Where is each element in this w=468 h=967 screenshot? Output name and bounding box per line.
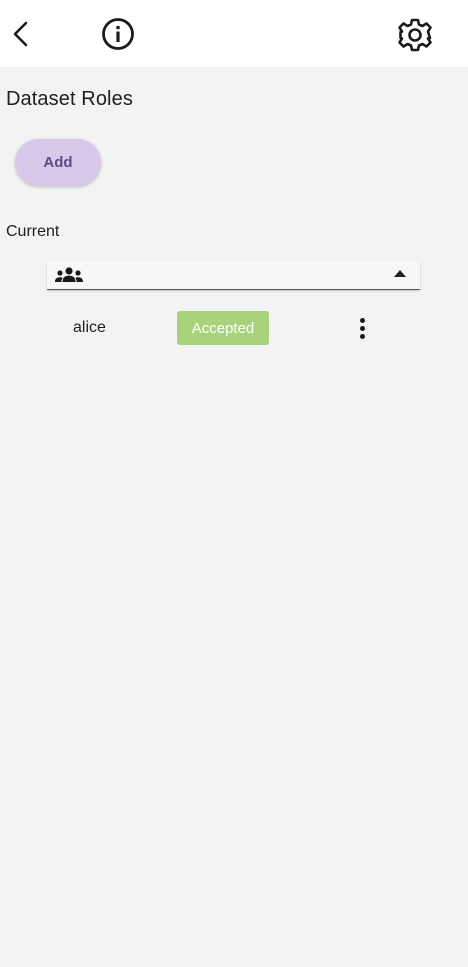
more-options-icon[interactable] (351, 315, 373, 341)
gear-icon (398, 18, 432, 52)
section-label: Current (6, 223, 60, 240)
app-bar (0, 0, 468, 67)
info-icon (102, 18, 134, 50)
chevron-left-icon (13, 21, 28, 47)
member-row: alice Accepted (47, 307, 420, 347)
add-button[interactable]: Add (15, 139, 101, 186)
group-icon (54, 265, 84, 285)
chevron-up-icon[interactable] (394, 270, 406, 277)
info-button[interactable] (98, 14, 138, 54)
member-name: alice (73, 319, 106, 336)
back-button[interactable] (2, 13, 38, 55)
group-header[interactable] (47, 261, 420, 290)
page-title: Dataset Roles (6, 88, 133, 110)
settings-button[interactable] (394, 14, 436, 56)
status-badge: Accepted (177, 311, 269, 345)
